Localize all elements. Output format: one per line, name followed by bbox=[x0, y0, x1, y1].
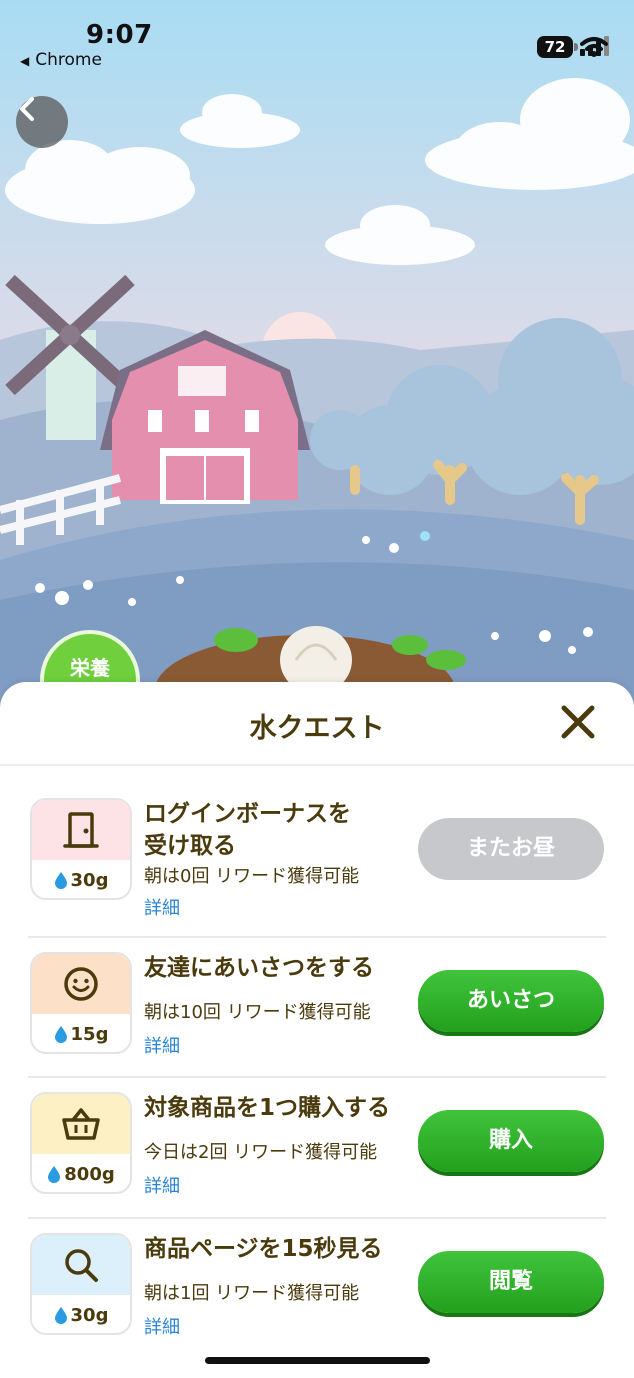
search-icon bbox=[65, 1249, 98, 1282]
water-drop-icon bbox=[54, 1026, 67, 1043]
reward-amount: 30g bbox=[32, 1295, 130, 1333]
browse-button[interactable]: 閲覧 bbox=[418, 1251, 604, 1313]
quest-item-greeting: 15g 友達にあいさつをする 朝は10回 リワード獲得可能 詳細 あいさつ bbox=[28, 952, 606, 1092]
back-button[interactable] bbox=[16, 96, 68, 148]
sheet-title: 水クエスト bbox=[249, 713, 385, 744]
quest-remaining: 朝は1回 リワード獲得可能 bbox=[144, 1283, 360, 1304]
sheet-divider bbox=[0, 764, 634, 766]
back-to-app-link[interactable]: ◀ Chrome bbox=[20, 50, 102, 70]
reward-value: 30g bbox=[70, 1304, 109, 1326]
quest-separator bbox=[28, 936, 606, 938]
farm-illustration bbox=[0, 0, 634, 720]
purchase-button[interactable]: 購入 bbox=[418, 1110, 604, 1172]
quest-remaining: 朝は0回 リワード獲得可能 bbox=[144, 866, 360, 887]
reward-card: 800g bbox=[30, 1092, 132, 1194]
come-back-noon-button[interactable]: またお昼 bbox=[418, 818, 604, 880]
farm-scene: 9:07 ◀ Chrome 72 栄養 bbox=[0, 0, 634, 730]
reward-icon-area bbox=[32, 800, 130, 860]
water-drop-icon bbox=[48, 1166, 61, 1183]
quest-item-browse: 30g 商品ページを15秒見る 朝は1回 リワード獲得可能 詳細 閲覧 bbox=[28, 1233, 606, 1373]
quest-title-line1: ログインボーナスを bbox=[144, 801, 351, 827]
chevron-left-icon bbox=[20, 97, 34, 121]
quest-detail-link[interactable]: 詳細 bbox=[144, 1032, 180, 1058]
close-icon bbox=[561, 705, 595, 739]
reward-card: 15g bbox=[30, 952, 132, 1054]
battery-tip bbox=[574, 43, 578, 51]
back-app-label: Chrome bbox=[35, 50, 102, 70]
reward-icon-area bbox=[32, 954, 130, 1014]
quest-remaining: 今日は2回 リワード獲得可能 bbox=[144, 1142, 378, 1163]
close-button[interactable] bbox=[558, 702, 598, 742]
nutrition-label: 栄養 bbox=[70, 656, 110, 680]
quest-title: 商品ページを15秒見る bbox=[144, 1236, 383, 1262]
battery-icon: 72 bbox=[537, 36, 573, 58]
reward-icon-area bbox=[32, 1235, 130, 1295]
quest-remaining: 朝は10回 リワード獲得可能 bbox=[144, 1002, 371, 1023]
water-drop-icon bbox=[54, 872, 67, 889]
smiley-icon bbox=[64, 967, 98, 1001]
reward-value: 800g bbox=[64, 1163, 115, 1185]
quest-title: ログインボーナスを 受け取る bbox=[144, 798, 424, 862]
reward-amount: 30g bbox=[32, 860, 130, 898]
home-indicator[interactable] bbox=[205, 1357, 430, 1364]
quest-title: 対象商品を1つ購入する bbox=[144, 1095, 391, 1121]
back-triangle-icon: ◀ bbox=[20, 54, 30, 68]
reward-amount: 800g bbox=[32, 1154, 130, 1192]
quest-separator bbox=[28, 1217, 606, 1219]
quest-separator bbox=[28, 1076, 606, 1078]
wifi-icon bbox=[580, 37, 608, 57]
reward-value: 15g bbox=[70, 1023, 109, 1045]
quest-item-purchase: 800g 対象商品を1つ購入する 今日は2回 リワード獲得可能 詳細 購入 bbox=[28, 1092, 606, 1232]
water-quest-sheet: 水クエスト 30g ログインボーナスを 受け取る 朝は0回 リワード獲得可能 詳… bbox=[0, 682, 634, 1378]
basket-icon bbox=[62, 1108, 100, 1140]
door-icon bbox=[63, 812, 99, 848]
quest-detail-link[interactable]: 詳細 bbox=[144, 1313, 180, 1339]
greet-button[interactable]: あいさつ bbox=[418, 970, 604, 1032]
quest-item-login-bonus: 30g ログインボーナスを 受け取る 朝は0回 リワード獲得可能 詳細 またお昼 bbox=[28, 798, 606, 938]
quest-detail-link[interactable]: 詳細 bbox=[144, 894, 180, 920]
quest-title-line2: 受け取る bbox=[144, 833, 236, 859]
reward-amount: 15g bbox=[32, 1014, 130, 1052]
quest-title: 友達にあいさつをする bbox=[144, 955, 374, 981]
quest-detail-link[interactable]: 詳細 bbox=[144, 1172, 180, 1198]
status-time: 9:07 bbox=[86, 20, 153, 50]
water-drop-icon bbox=[54, 1307, 67, 1324]
reward-value: 30g bbox=[70, 869, 109, 891]
reward-card: 30g bbox=[30, 798, 132, 900]
reward-card: 30g bbox=[30, 1233, 132, 1335]
reward-icon-area bbox=[32, 1094, 130, 1154]
